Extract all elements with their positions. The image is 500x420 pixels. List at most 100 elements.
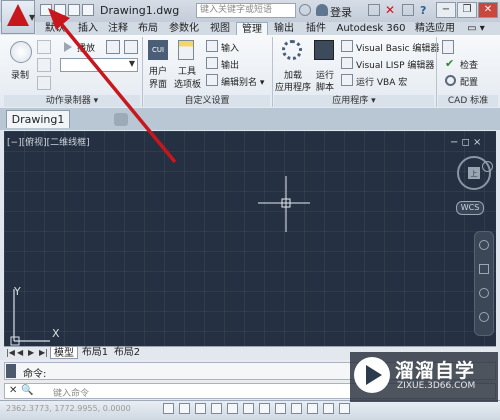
tab-view[interactable]: 视图 (206, 22, 234, 35)
object-snap-icon[interactable] (243, 403, 254, 414)
export-button[interactable]: 输出 (221, 58, 239, 71)
action-macro-dropdown[interactable]: ▼ (60, 58, 138, 72)
run-script-line2[interactable]: 脚本 (316, 80, 334, 93)
run-vba-icon[interactable] (341, 74, 353, 86)
3d-object-snap-icon[interactable] (259, 403, 270, 414)
cui-icon[interactable]: CUI (148, 40, 168, 60)
minimize-button[interactable]: − (436, 2, 456, 18)
tab-insert[interactable]: 插入 (74, 22, 102, 35)
layout-tab-layout1[interactable]: 布局1 (80, 346, 110, 359)
edit-alias-button[interactable]: 编辑别名 ▾ (221, 75, 264, 88)
lisp-editor-button[interactable]: Visual LISP 编辑器 (356, 58, 434, 71)
lisp-editor-icon[interactable] (341, 57, 353, 69)
import-icon[interactable] (206, 40, 218, 52)
dynamic-input-icon[interactable] (307, 403, 318, 414)
edit-alias-icon[interactable] (206, 74, 218, 86)
tab-parametric[interactable]: 参数化 (164, 22, 204, 35)
record-icon[interactable] (10, 41, 32, 63)
tool-palette-icon[interactable] (178, 40, 194, 60)
preference-icon[interactable] (106, 40, 120, 54)
tab-featured-apps[interactable]: 精选应用 (410, 22, 460, 35)
record-button[interactable]: 录制 (11, 68, 29, 81)
coordinates-readout: 2362.3773, 1772.9955, 0.0000 (6, 404, 131, 413)
run-script-icon[interactable] (314, 40, 334, 60)
manage-actions-icon[interactable] (124, 40, 138, 54)
stop-icon[interactable] (37, 40, 51, 54)
command-search-icon[interactable]: 🔍 (21, 385, 33, 396)
close-x-icon[interactable]: ✕ (385, 4, 397, 16)
vba-editor-button[interactable]: Visual Basic 编辑器 (356, 41, 439, 54)
play-button[interactable]: 播放 (77, 41, 95, 54)
user-interface-line1[interactable]: 用户 (149, 64, 167, 77)
check-button[interactable]: 检查 (460, 58, 478, 71)
cad-standards-icon[interactable] (442, 40, 454, 54)
panel-label-cad-standards: CAD 标准 (438, 95, 498, 107)
insert-message-icon[interactable] (37, 58, 51, 72)
tab-plugins[interactable]: 插件 (302, 22, 330, 35)
vba-editor-icon[interactable] (341, 40, 353, 52)
object-snap-tracking-icon[interactable] (275, 403, 286, 414)
configure-button[interactable]: 配置 (460, 75, 478, 88)
signin-link[interactable]: 登录 (330, 4, 352, 20)
application-menu-button[interactable]: ▼ (1, 0, 35, 34)
load-app-line2[interactable]: 应用程序 (275, 80, 311, 93)
next-layout-icon[interactable]: ▶ (28, 348, 37, 357)
tab-output[interactable]: 输出 (270, 22, 298, 35)
command-history-text: 命令: (23, 369, 47, 380)
ribbon-options-icon[interactable]: ▭ ▾ (466, 22, 486, 35)
tab-autodesk360[interactable]: Autodesk 360 (334, 22, 408, 35)
tab-layout[interactable]: 布局 (134, 22, 162, 35)
search-icon[interactable] (299, 4, 311, 16)
restore-button[interactable]: ❐ (457, 2, 477, 18)
help-icon[interactable]: ? (420, 4, 426, 17)
infer-constraints-icon[interactable] (163, 403, 174, 414)
ucs-toggle-icon[interactable] (291, 403, 302, 414)
new-tab-icon[interactable] (114, 113, 128, 126)
load-app-gear-icon[interactable] (282, 40, 302, 60)
request-input-icon[interactable] (37, 76, 51, 90)
polar-tracking-icon[interactable] (227, 403, 238, 414)
tool-palette-line2[interactable]: 选项板 (174, 77, 201, 90)
pan-icon[interactable] (479, 264, 489, 274)
run-vba-button[interactable]: 运行 VBA 宏 (356, 75, 407, 88)
help-circle-icon[interactable] (482, 161, 493, 172)
close-button[interactable]: ✕ (478, 2, 498, 18)
import-button[interactable]: 输入 (221, 41, 239, 54)
full-navigation-wheel-icon[interactable] (479, 240, 489, 250)
file-tab-drawing1[interactable]: Drawing1 (6, 110, 70, 128)
last-layout-icon[interactable]: ▶| (39, 348, 48, 357)
layout-tab-model[interactable]: 模型 (50, 346, 78, 359)
tab-default[interactable]: 默认 (40, 22, 70, 35)
play-icon (64, 42, 72, 52)
zoom-icon[interactable] (479, 288, 489, 298)
ortho-mode-icon[interactable] (211, 403, 222, 414)
prev-layout-icon[interactable]: ◀ (17, 348, 26, 357)
orbit-icon[interactable] (479, 312, 489, 322)
grid-display-icon[interactable] (195, 403, 206, 414)
command-grip-icon[interactable] (6, 364, 16, 378)
transparency-icon[interactable] (339, 403, 350, 414)
viewport-window-controls[interactable]: − ◻ × (450, 137, 481, 148)
search-input[interactable]: 键入关键字或短语 (196, 3, 296, 18)
export-icon[interactable] (206, 57, 218, 69)
command-close-icon[interactable]: ✕ (9, 385, 17, 396)
snap-mode-icon[interactable] (179, 403, 190, 414)
app-icon[interactable] (402, 4, 414, 16)
undo-icon[interactable] (82, 4, 94, 16)
drawing-canvas[interactable]: [−][俯视][二维线框] − ◻ × 上 WCS Y X (4, 131, 496, 346)
tab-manage[interactable]: 管理 (236, 22, 268, 35)
save-icon[interactable] (68, 4, 80, 16)
user-interface-line2[interactable]: 界面 (149, 77, 167, 90)
navigation-bar[interactable] (474, 231, 494, 336)
lineweight-icon[interactable] (323, 403, 334, 414)
first-layout-icon[interactable]: |◀ (6, 348, 15, 357)
viewcube-compass-icon[interactable]: 上 (454, 153, 494, 193)
tool-palette-line1[interactable]: 工具 (178, 64, 196, 77)
viewport-controls-label[interactable]: [−][俯视][二维线框] (7, 135, 90, 148)
wcs-menu[interactable]: WCS (456, 201, 484, 215)
open-icon[interactable] (54, 4, 66, 16)
tab-annotate[interactable]: 注释 (104, 22, 132, 35)
new-icon[interactable] (40, 4, 52, 16)
layout-tab-layout2[interactable]: 布局2 (112, 346, 142, 359)
exchange-icon[interactable] (368, 4, 380, 16)
